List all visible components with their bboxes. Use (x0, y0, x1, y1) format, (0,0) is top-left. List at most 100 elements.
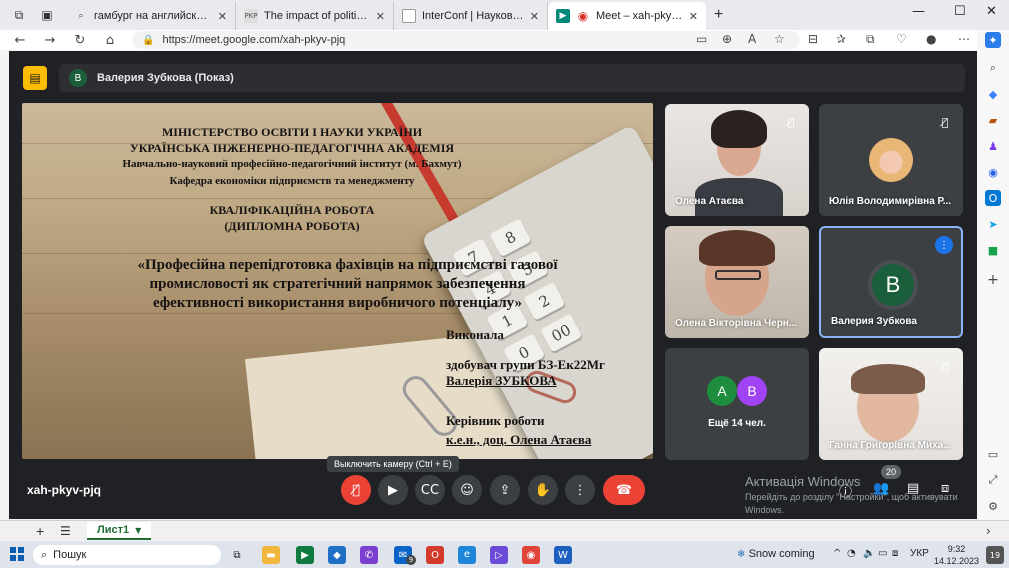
mic-off-button[interactable]: 🎙̸ (341, 475, 371, 505)
notification-badge[interactable]: 19 (986, 546, 1004, 564)
participant-tile-more[interactable]: А В Ещё 14 чел. (665, 348, 809, 460)
slide-title-line: ефективності використання виробничого по… (152, 295, 523, 311)
favorite-icon[interactable]: ☆ (774, 32, 785, 46)
add-icon[interactable]: + (985, 272, 1001, 288)
windows-start-icon[interactable] (10, 547, 24, 561)
tab-search[interactable]: ⌕ гамбург на английском - Поиск ✕ (66, 2, 236, 30)
tab-meet[interactable]: ▶ ◉ Meet – xah-pkyv-pjq ✕ (548, 2, 706, 30)
taskbar-search[interactable]: ⌕ Пошук (33, 545, 221, 565)
presenter-label: Валерия Зубкова (Показ) (97, 72, 234, 84)
battery-icon[interactable]: ▭ (878, 548, 887, 559)
slide-institute: Навчально-науковий професійно-педагогічн… (122, 158, 462, 170)
close-tab-icon[interactable]: ✕ (376, 10, 385, 23)
edge-icon[interactable]: e (458, 546, 476, 564)
language-icon[interactable]: ⧈ (892, 548, 898, 559)
search-icon[interactable]: ⌕ (985, 60, 1001, 76)
chevron-down-icon[interactable]: ▼ (135, 526, 141, 535)
extensions-icon[interactable]: ♡ (896, 32, 907, 46)
weather-widget[interactable]: ❄ Snow coming (737, 548, 815, 560)
read-aloud-icon[interactable]: A (748, 32, 756, 46)
wifi-icon[interactable]: ◔ (847, 548, 856, 559)
leave-call-button[interactable]: ☎ (603, 475, 645, 505)
more-options-button[interactable]: ⋮ (565, 475, 595, 505)
window-close-icon[interactable]: ✕ (986, 4, 997, 19)
task-view-icon[interactable]: ⧉ (228, 546, 246, 564)
raise-hand-button[interactable]: ✋ (528, 475, 558, 505)
tab-actions-icon[interactable]: ▣ (36, 4, 58, 26)
presentation-icon[interactable]: ▤ (23, 66, 47, 90)
new-tab-icon[interactable]: + (714, 6, 723, 24)
home-icon[interactable]: ⌂ (100, 33, 120, 48)
chrome-icon[interactable]: ◉ (522, 546, 540, 564)
games-icon[interactable]: ♟ (985, 138, 1001, 154)
reactions-button[interactable]: ☺ (452, 475, 482, 505)
volume-icon[interactable]: 🔈 (863, 548, 875, 559)
tab-interconf[interactable]: InterConf | Наукова конференці ✕ (394, 2, 548, 30)
app-icon[interactable]: ▷ (490, 546, 508, 564)
close-tab-icon[interactable]: ✕ (218, 10, 227, 23)
more-menu-icon[interactable]: ⋯ (958, 32, 970, 46)
tag-icon[interactable]: ◆ (985, 86, 1001, 102)
slide-department: Кафедра економіки підприємств та менеджм… (169, 175, 415, 187)
participant-tile[interactable]: В ⋮ Валерия Зубкова (819, 226, 963, 338)
participant-tile[interactable]: 🎙̸ Юлія Володимирівна Р... (819, 104, 963, 216)
camera-button[interactable]: ▶ (378, 475, 408, 505)
clock-time: 9:32 (947, 544, 966, 554)
toolbox-icon[interactable]: ▰ (985, 112, 1001, 128)
profile-icon[interactable]: ● (926, 32, 936, 46)
tab-title: InterConf | Наукова конференці (422, 10, 524, 22)
word-icon[interactable]: W (554, 546, 572, 564)
outlook-icon[interactable]: O (985, 190, 1001, 206)
close-tab-icon[interactable]: ✕ (530, 10, 539, 23)
present-button[interactable]: ⇪ (490, 475, 520, 505)
video-hair (711, 110, 767, 148)
file-explorer-icon[interactable]: ▬ (262, 546, 280, 564)
settings-icon[interactable]: ⚙ (985, 498, 1001, 514)
split-screen-icon[interactable]: ⊟ (808, 32, 818, 46)
muted-mic-icon: 🎙̸ (941, 359, 949, 373)
presentation-slide: 7 4 1 2 5 0 00 8 МІНІСТЕРСТВО ОСВІТИ І Н… (22, 103, 653, 459)
add-sheet-icon[interactable]: + (36, 523, 44, 539)
sheet-tab[interactable]: Лист1 ▼ (87, 522, 152, 540)
participant-name: Ганна Григорівна Миха... (829, 440, 952, 451)
maximize-icon[interactable]: ☐ (954, 4, 966, 19)
collections-icon[interactable]: ⧉ (866, 32, 875, 47)
participant-tile[interactable]: 🎙̸ Олена Атаєва (665, 104, 809, 216)
reload-icon[interactable]: ↻ (70, 33, 90, 48)
tab-title: гамбург на английском - Поиск (94, 10, 212, 22)
office-icon[interactable]: ◉ (985, 164, 1001, 180)
favorites-bar-icon[interactable]: ✰ (836, 32, 846, 46)
lock-icon[interactable]: 🔒 (142, 35, 154, 46)
workspaces-icon[interactable]: ⧉ (8, 4, 30, 26)
zoom-icon[interactable]: ⊕ (722, 32, 732, 46)
slide-title-line: «Професійна перепідготовка фахівців на п… (137, 257, 558, 273)
participant-tile[interactable]: Олена Вікторівна Черн... (665, 226, 809, 338)
send-icon[interactable]: ➤ (985, 216, 1001, 232)
store-icon[interactable]: ▶ (296, 546, 314, 564)
language-indicator[interactable]: УКР (910, 548, 929, 559)
captions-button[interactable]: CC (415, 475, 445, 505)
camera-indicator-icon[interactable]: ▭ (696, 32, 707, 46)
minimize-icon[interactable]: — (912, 4, 925, 19)
tab-title: The impact of political stability o (264, 10, 370, 22)
expand-icon[interactable]: ⤢ (985, 472, 1001, 488)
participant-tile[interactable]: 🎙̸ Ганна Григорівна Миха... (819, 348, 963, 460)
app-icon[interactable]: ■ (985, 242, 1001, 258)
back-icon[interactable]: ← (10, 33, 30, 48)
tab-impact[interactable]: PKP The impact of political stability o … (236, 2, 394, 30)
forward-icon[interactable]: → (40, 33, 60, 48)
search-placeholder: Пошук (53, 549, 87, 561)
recording-icon: ◉ (577, 9, 589, 23)
viber-icon[interactable]: ✆ (360, 546, 378, 564)
activation-watermark-title: Активація Windows (745, 474, 861, 489)
avatar (869, 138, 913, 182)
system-clock[interactable]: 9:32 14.12.2023 (934, 543, 979, 567)
sheet-list-icon[interactable]: ☰ (60, 524, 71, 538)
panel-icon[interactable]: ▭ (985, 446, 1001, 462)
tray-chevron-icon[interactable]: ^ (833, 548, 841, 559)
app-icon[interactable]: ◆ (328, 546, 346, 564)
copilot-icon[interactable]: ✦ (985, 32, 1001, 48)
office-icon[interactable]: O (426, 546, 444, 564)
scroll-right-icon[interactable]: › (986, 524, 991, 538)
close-tab-icon[interactable]: ✕ (689, 10, 698, 23)
